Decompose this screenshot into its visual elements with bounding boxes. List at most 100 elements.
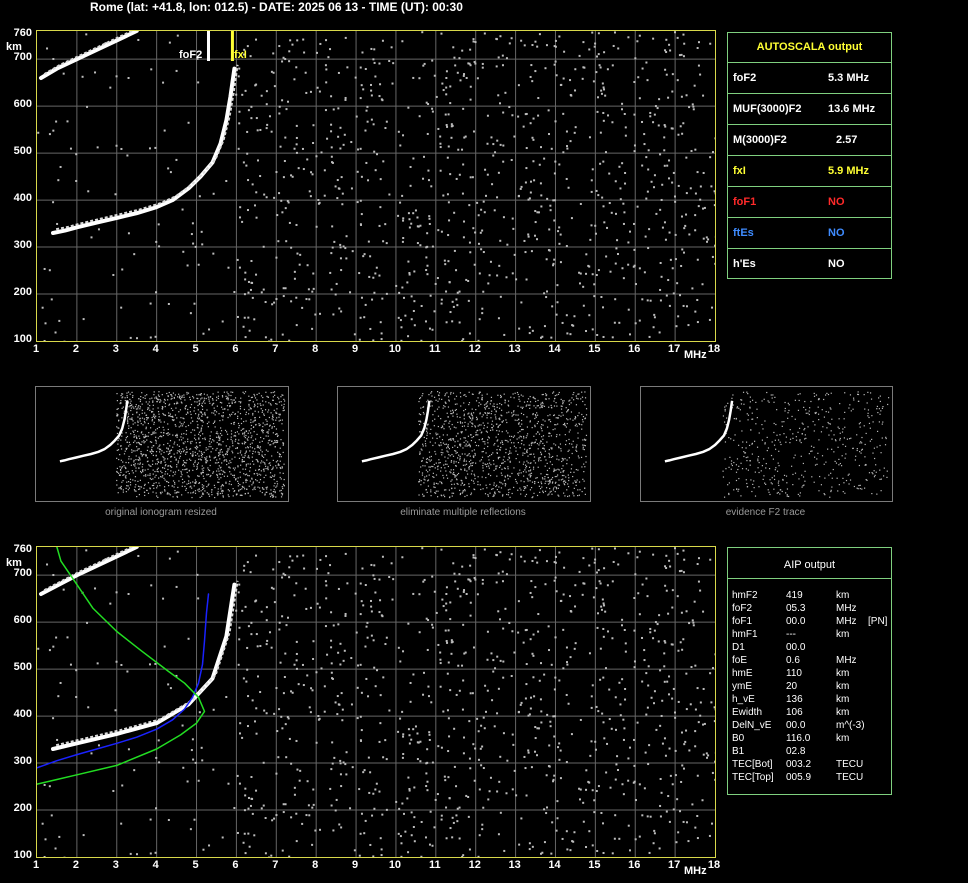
aip-row-name: hmF1 — [732, 629, 758, 640]
aip-title: AIP output — [783, 559, 836, 571]
thumbnail-trace — [361, 400, 431, 463]
x-tick-label: 4 — [152, 343, 159, 355]
autoscala-row: foF2 5.3 MHz — [728, 62, 891, 94]
aip-row-unit: MHz — [836, 603, 857, 614]
autoscala-row-name: M(3000)F2 — [733, 134, 787, 146]
ionogram-bottom-svg — [37, 547, 715, 857]
aip-row-name: Ewidth — [732, 707, 763, 718]
aip-row-unit: km — [836, 733, 850, 744]
ionogram-top — [36, 30, 716, 342]
thumbnail-no-multiples-svg — [361, 391, 588, 499]
x-tick-label: 11 — [428, 859, 441, 871]
aip-row: hmF1 --- km — [732, 629, 890, 642]
thumbnail-noise — [116, 391, 286, 499]
aip-row-name: hmF2 — [732, 590, 758, 601]
x-tick-label: 14 — [548, 343, 561, 355]
trace-series — [37, 593, 210, 769]
aip-row-value: 00.0 — [786, 642, 806, 653]
thumbnail-f2-trace-svg — [664, 391, 890, 498]
aip-row: Ewidth 106 km — [732, 707, 890, 720]
x-tick-label: 1 — [32, 859, 40, 871]
thumbnail-noise — [721, 391, 890, 498]
aip-row-unit: km — [836, 590, 850, 601]
aip-row-value: 02.8 — [786, 746, 806, 757]
aip-row-name: D1 — [732, 642, 745, 653]
aip-row-name: DelN_vE — [732, 720, 772, 731]
x-tick-label: 12 — [468, 343, 481, 355]
x-tick-label: 13 — [508, 343, 521, 355]
trace-series-echo — [55, 64, 239, 231]
aip-row: DelN_vE 00.0 m^(-3) — [732, 720, 890, 733]
aip-row-value: 005.9 — [786, 772, 812, 783]
autoscala-row: foF1 NO — [728, 186, 891, 218]
aip-row-unit: km — [836, 668, 850, 679]
aip-row-unit: km — [836, 694, 850, 705]
y-tick-label: 700 — [13, 51, 32, 64]
autoscala-row-name: fxI — [733, 165, 746, 177]
page-title: Rome (lat: +41.8, lon: 012.5) - DATE: 20… — [90, 0, 463, 14]
x-tick-label: 13 — [508, 859, 521, 871]
thumbnail-caption: eliminate multiple reflections — [400, 507, 526, 518]
aip-row-name: foF2 — [732, 603, 753, 614]
aip-row: h_vE 136 km — [732, 694, 890, 707]
autoscala-row-value: 13.6 MHz — [828, 103, 876, 115]
aip-row-value: 0.6 — [786, 655, 800, 666]
aip-row-name: B1 — [732, 746, 745, 757]
x-tick-label: 15 — [588, 859, 601, 871]
y-tick-label: 500 — [13, 145, 32, 158]
aip-row-value: 20 — [786, 681, 798, 692]
x-tick-label: 4 — [152, 859, 159, 871]
aip-row-name: h_vE — [732, 694, 755, 705]
aip-row-value: 05.3 — [786, 603, 806, 614]
x-tick-label: 16 — [628, 859, 641, 871]
thumbnail-caption: evidence F2 trace — [725, 507, 806, 518]
autoscala-row-value: 5.3 MHz — [828, 72, 869, 84]
aip-row: hmF2 419 km — [732, 590, 890, 603]
aip-row-name: B0 — [732, 733, 745, 744]
y-tick-label: 200 — [13, 802, 32, 815]
x-tick-label: 9 — [351, 343, 359, 355]
autoscala-row: fxI 5.9 MHz — [728, 155, 891, 187]
x-tick-label: 12 — [468, 859, 481, 871]
aip-row-value: 00.0 — [786, 720, 806, 731]
aip-row: B0 116.0 km — [732, 733, 890, 746]
aip-row: TEC[Top] 005.9 TECU — [732, 772, 890, 785]
autoscala-row: ftEs NO — [728, 217, 891, 249]
aip-row: foE 0.6 MHz — [732, 655, 890, 668]
thumbnail-caption: original ionogram resized — [105, 507, 217, 518]
aip-row: foF1 00.0 MHz [PN] — [732, 616, 890, 629]
aip-row-unit: TECU — [836, 759, 864, 770]
autoscala-row-name: foF2 — [733, 72, 757, 84]
x-tick-label: 7 — [272, 859, 279, 871]
x-tick-label: 15 — [588, 343, 601, 355]
aip-row-name: foF1 — [732, 616, 753, 627]
y-tick-label: 400 — [13, 708, 32, 721]
x-tick-label: 17 — [667, 343, 681, 355]
x-tick-label: 7 — [272, 343, 279, 355]
aip-row-unit: km — [836, 681, 850, 692]
aip-row: TEC[Bot] 003.2 TECU — [732, 759, 890, 772]
aip-row-unit: MHz — [836, 616, 857, 627]
autoscala-row-value: NO — [828, 196, 845, 208]
aip-row-name: hmE — [732, 668, 753, 679]
x-tick-label: 1 — [32, 343, 40, 355]
x-tick-label: 6 — [232, 859, 239, 871]
aip-row-unit: km — [836, 707, 850, 718]
foF2-marker — [206, 31, 210, 61]
ionogram-bottom — [36, 546, 716, 858]
y-tick-label: 300 — [13, 755, 32, 768]
autoscala-row-name: foF1 — [733, 196, 757, 208]
autoscala-row-value: NO — [828, 227, 845, 239]
autoscala-row: M(3000)F2 2.57 — [728, 124, 891, 156]
y-tick-label: 600 — [13, 98, 32, 111]
x-tick-label: 3 — [112, 859, 119, 871]
thumbnail-original — [35, 386, 289, 502]
x-tick-label: 10 — [388, 343, 402, 355]
x-unit-label: MHz — [684, 865, 707, 877]
aip-row-name: TEC[Bot] — [732, 759, 773, 770]
aip-row-name: foE — [732, 655, 748, 666]
x-tick-label: 18 — [707, 859, 721, 871]
aip-row-unit: m^(-3) — [836, 720, 865, 731]
x-tick-label: 10 — [388, 859, 402, 871]
x-tick-label: 9 — [351, 859, 359, 871]
